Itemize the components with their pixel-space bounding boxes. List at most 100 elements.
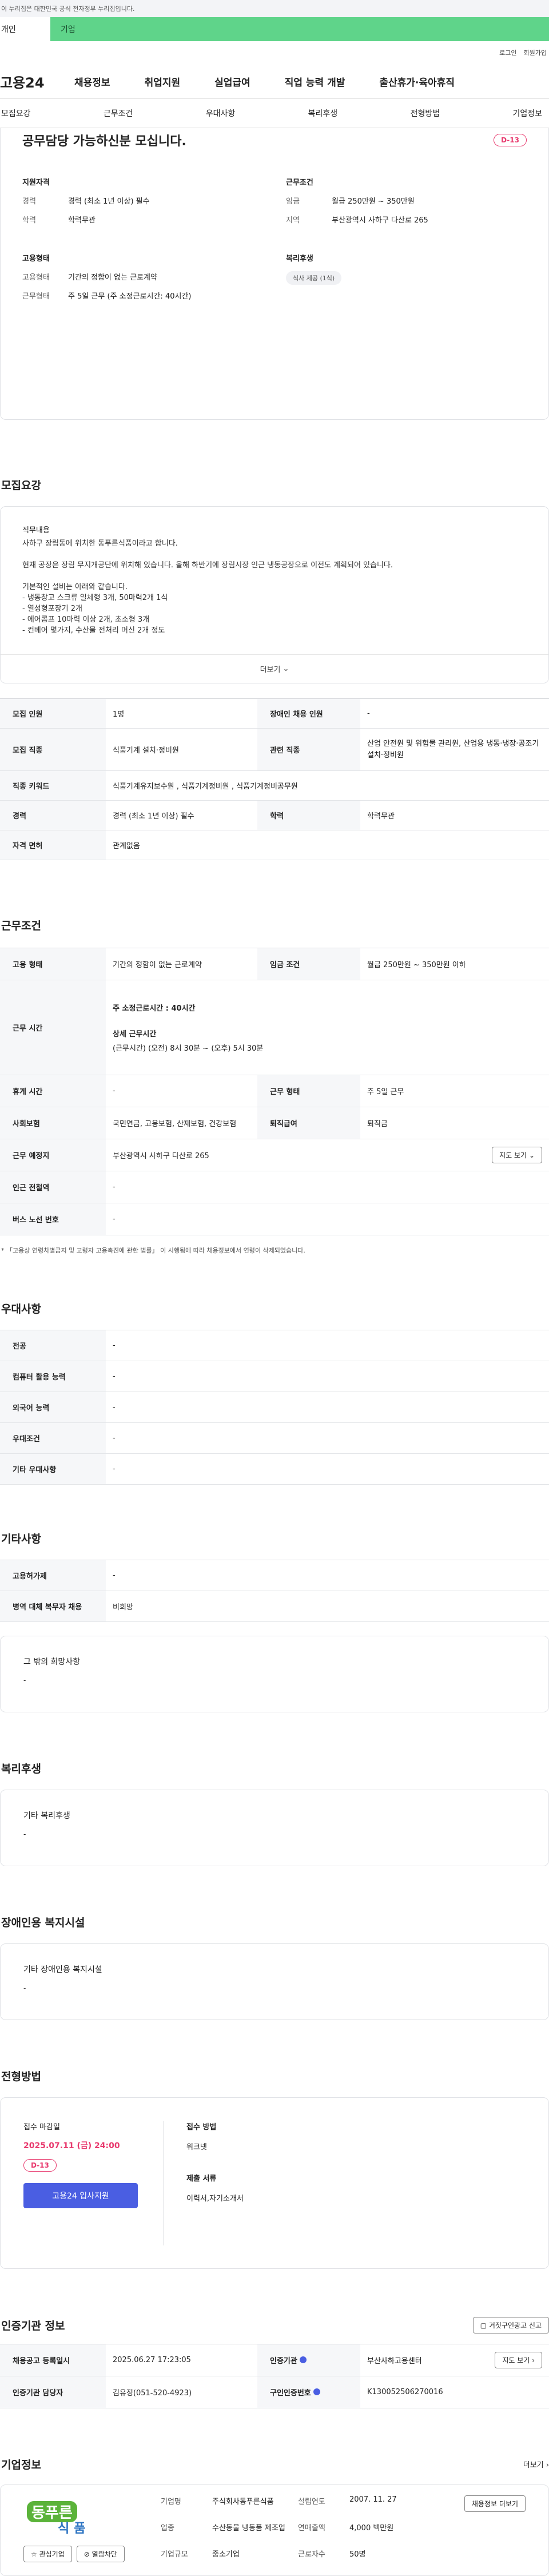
reg-date-label: 채용공고 등록일시	[0, 2344, 106, 2376]
emp-type-value: 기간의 정함이 없는 근로계약	[106, 948, 257, 980]
pref-cond-value: -	[106, 1422, 549, 1454]
nav-training[interactable]: 직업 능력 개발	[285, 74, 345, 89]
company-logo-area: 동푸른 식품 ☆ 관심기업 ⊘ 열람차단	[23, 2495, 138, 2565]
map-button[interactable]: 지도 보기 ⌄	[492, 1147, 542, 1163]
company-name-label: 기업명	[161, 2498, 181, 2506]
pref-etc-value: -	[106, 1453, 549, 1485]
hours-detail: (근무시간) (오전) 8시 30분 ~ (오후) 5시 30분	[113, 1044, 264, 1053]
job-summary-card: 공무담당 가능하신분 모십니다. D-13 지원자격 경력 경력 (최소 1년 이…	[0, 128, 549, 420]
auth-header: 인증기관 정보 ▢ 거짓구인광고 신고	[0, 2317, 549, 2333]
military-value: 비희망	[106, 1591, 549, 1622]
tab-welfare[interactable]: 복리후생	[308, 108, 338, 119]
report-icon: ▢	[480, 2321, 487, 2329]
site-logo[interactable]: 고용24	[0, 71, 74, 92]
company-jobs-button[interactable]: 채용정보 더보기	[464, 2495, 526, 2512]
tab-company[interactable]: 기업정보	[512, 108, 542, 119]
sales-label: 연매출액	[298, 2524, 325, 2533]
table-row: 고용 형태 기간의 정함이 없는 근로계약 임금 조건 월급 250만원 ~ 3…	[0, 948, 549, 980]
auth-org-cell: 부산사하고용센터 지도 보기 ›	[360, 2344, 549, 2376]
company-name-value: 주식회사동푸른식품	[212, 2498, 274, 2506]
table-row: 사회보험 국민연금, 고용보험, 산재보험, 건강보험 퇴직급여 퇴직금	[0, 1107, 549, 1139]
work-location-cell: 부산광역시 사하구 다산로 265 지도 보기 ⌄	[106, 1139, 549, 1171]
emp-form-value: 주 5일 근무 (주 소정근로시간: 40시간)	[68, 292, 192, 301]
subway-label: 인근 전철역	[0, 1171, 106, 1203]
qual-career-label: 경력	[22, 197, 36, 206]
recruit-count-label: 모집 인원	[0, 698, 106, 729]
company-more-label: 더보기	[523, 2461, 544, 2470]
apply-card: 접수 마감일 2025.07.11 (금) 24:00 D-13 고용24 입사…	[0, 2097, 549, 2269]
info-icon[interactable]	[313, 2388, 321, 2395]
deadline-value: 2025.07.11 (금) 24:00	[23, 2141, 120, 2150]
related-job-label: 관련 직종	[257, 728, 360, 771]
apply-button[interactable]: 고용24 입사지원	[23, 2183, 138, 2208]
company-card: 동푸른 식품 ☆ 관심기업 ⊘ 열람차단 기업명 주식회사동푸른식품 설립연도 …	[0, 2484, 549, 2576]
other-wish-heading: 그 밖의 희망사항	[23, 1657, 81, 1667]
tab-preference[interactable]: 우대사항	[206, 108, 236, 119]
hours-detail-heading: 상세 근무시간	[113, 1030, 157, 1039]
table-row: 컴퓨터 활용 능력 -	[0, 1361, 549, 1392]
tab-company[interactable]: 기업	[50, 17, 549, 41]
nav-unemployment[interactable]: 실업급여	[214, 74, 250, 89]
emp-type-value: 기간의 정함이 없는 근로계약	[68, 273, 157, 282]
join-link[interactable]: 회원가입	[524, 48, 547, 57]
qual-edu-value: 학력무관	[68, 216, 96, 225]
block-company-button[interactable]: ⊘ 열람차단	[76, 2546, 125, 2562]
disabled-count-label: 장애인 채용 인원	[257, 698, 360, 729]
career-value: 경력 (최소 1년 이상) 필수	[106, 800, 257, 830]
favorite-company-button[interactable]: ☆ 관심기업	[23, 2546, 72, 2562]
desc-line	[22, 549, 527, 560]
favorite-label: 관심기업	[39, 2550, 65, 2558]
table-row: 휴게 시간 - 근무 형태 주 5일 근무	[0, 1075, 549, 1107]
pref-etc-label: 기타 우대사항	[0, 1453, 106, 1485]
insurance-label: 사회보험	[0, 1107, 106, 1139]
industry-label: 업종	[161, 2524, 174, 2533]
other-wish-card: 그 밖의 희망사항 -	[0, 1636, 549, 1712]
report-button[interactable]: ▢ 거짓구인광고 신고	[472, 2317, 549, 2333]
related-job-value: 산업 안전원 및 위험물 관리원, 산업용 냉동·냉장·공조기 설치·정비원	[360, 728, 549, 771]
tab-conditions[interactable]: 근무조건	[104, 108, 133, 119]
auth-map-button[interactable]: 지도 보기 ›	[495, 2352, 542, 2368]
reg-date-value: 2025.06.27 17:23:05	[106, 2344, 257, 2376]
chevron-right-icon: ›	[532, 2356, 535, 2364]
cond-wage-label: 임금	[286, 197, 300, 206]
career-label: 경력	[0, 800, 106, 830]
work-permit-value: -	[106, 1560, 549, 1591]
method-label: 접수 방법	[186, 2123, 217, 2132]
language-value: -	[106, 1392, 549, 1423]
chevron-right-icon: ›	[546, 2461, 549, 2470]
nav-jobs[interactable]: 채용정보	[74, 74, 110, 89]
nav-leave[interactable]: 출산휴가·육아휴직	[379, 74, 455, 89]
job-title: 공무담당 가능하신분 모십니다.	[22, 134, 186, 149]
welfare-other-heading: 기타 복리후생	[23, 1811, 70, 1820]
table-row: 직종 키워드 식품기계유지보수원 , 식품기계정비원 , 식품기계정비공무원	[0, 770, 549, 801]
staff-value: 50명	[349, 2550, 366, 2559]
desc-more-button[interactable]: 더보기 ⌄	[1, 654, 548, 683]
util-links: 로그인 회원가입	[0, 41, 549, 64]
job-type-label: 모집 직종	[0, 728, 106, 771]
work-location-value: 부산광역시 사하구 다산로 265	[113, 1152, 209, 1160]
size-value: 중소기업	[212, 2550, 240, 2559]
welfare-other-value: -	[23, 1830, 26, 1838]
wage-value: 월급 250만원 ~ 350만원 이하	[360, 948, 549, 980]
work-permit-label: 고용허가제	[0, 1560, 106, 1591]
desc-line: 현재 공장은 장림 무지개공단에 위치해 있습니다. 올해 하반기에 장림시장 …	[22, 561, 393, 570]
company-info-grid: 기업명 주식회사동푸른식품 설립연도 2007. 11. 27 업종 수산동물 …	[161, 2495, 435, 2565]
tab-personal[interactable]: 개인	[0, 17, 50, 41]
nav-employment-support[interactable]: 취업지원	[145, 74, 181, 89]
work-location-label: 근무 예정지	[0, 1139, 106, 1171]
tab-recruit[interactable]: 모집요강	[1, 108, 31, 119]
etc-table: 고용허가제 - 병역 대체 복무자 채용 비희망	[0, 1560, 549, 1622]
table-row: 버스 노선 번호 -	[0, 1203, 549, 1235]
tab-selection[interactable]: 전형방법	[411, 108, 440, 119]
welfare-heading: 복리후생	[286, 255, 313, 263]
table-row: 경력 경력 (최소 1년 이상) 필수 학력 학력무관	[0, 800, 549, 830]
recruit-table: 모집 인원 1명 장애인 채용 인원 - 모집 직종 식품기계 설치·정비원 관…	[0, 698, 549, 860]
chevron-down-icon: ⌄	[528, 1151, 535, 1159]
main-nav: 고용24 채용정보 취업지원 실업급여 직업 능력 개발 출산휴가·육아휴직	[0, 64, 549, 98]
login-link[interactable]: 로그인	[499, 48, 516, 57]
apply-section-title: 전형방법	[1, 2070, 41, 2083]
subway-value: -	[106, 1171, 549, 1203]
info-icon[interactable]	[300, 2356, 307, 2363]
company-more-link[interactable]: 더보기 ›	[523, 2459, 549, 2470]
qualification-heading: 지원자격	[22, 178, 50, 187]
